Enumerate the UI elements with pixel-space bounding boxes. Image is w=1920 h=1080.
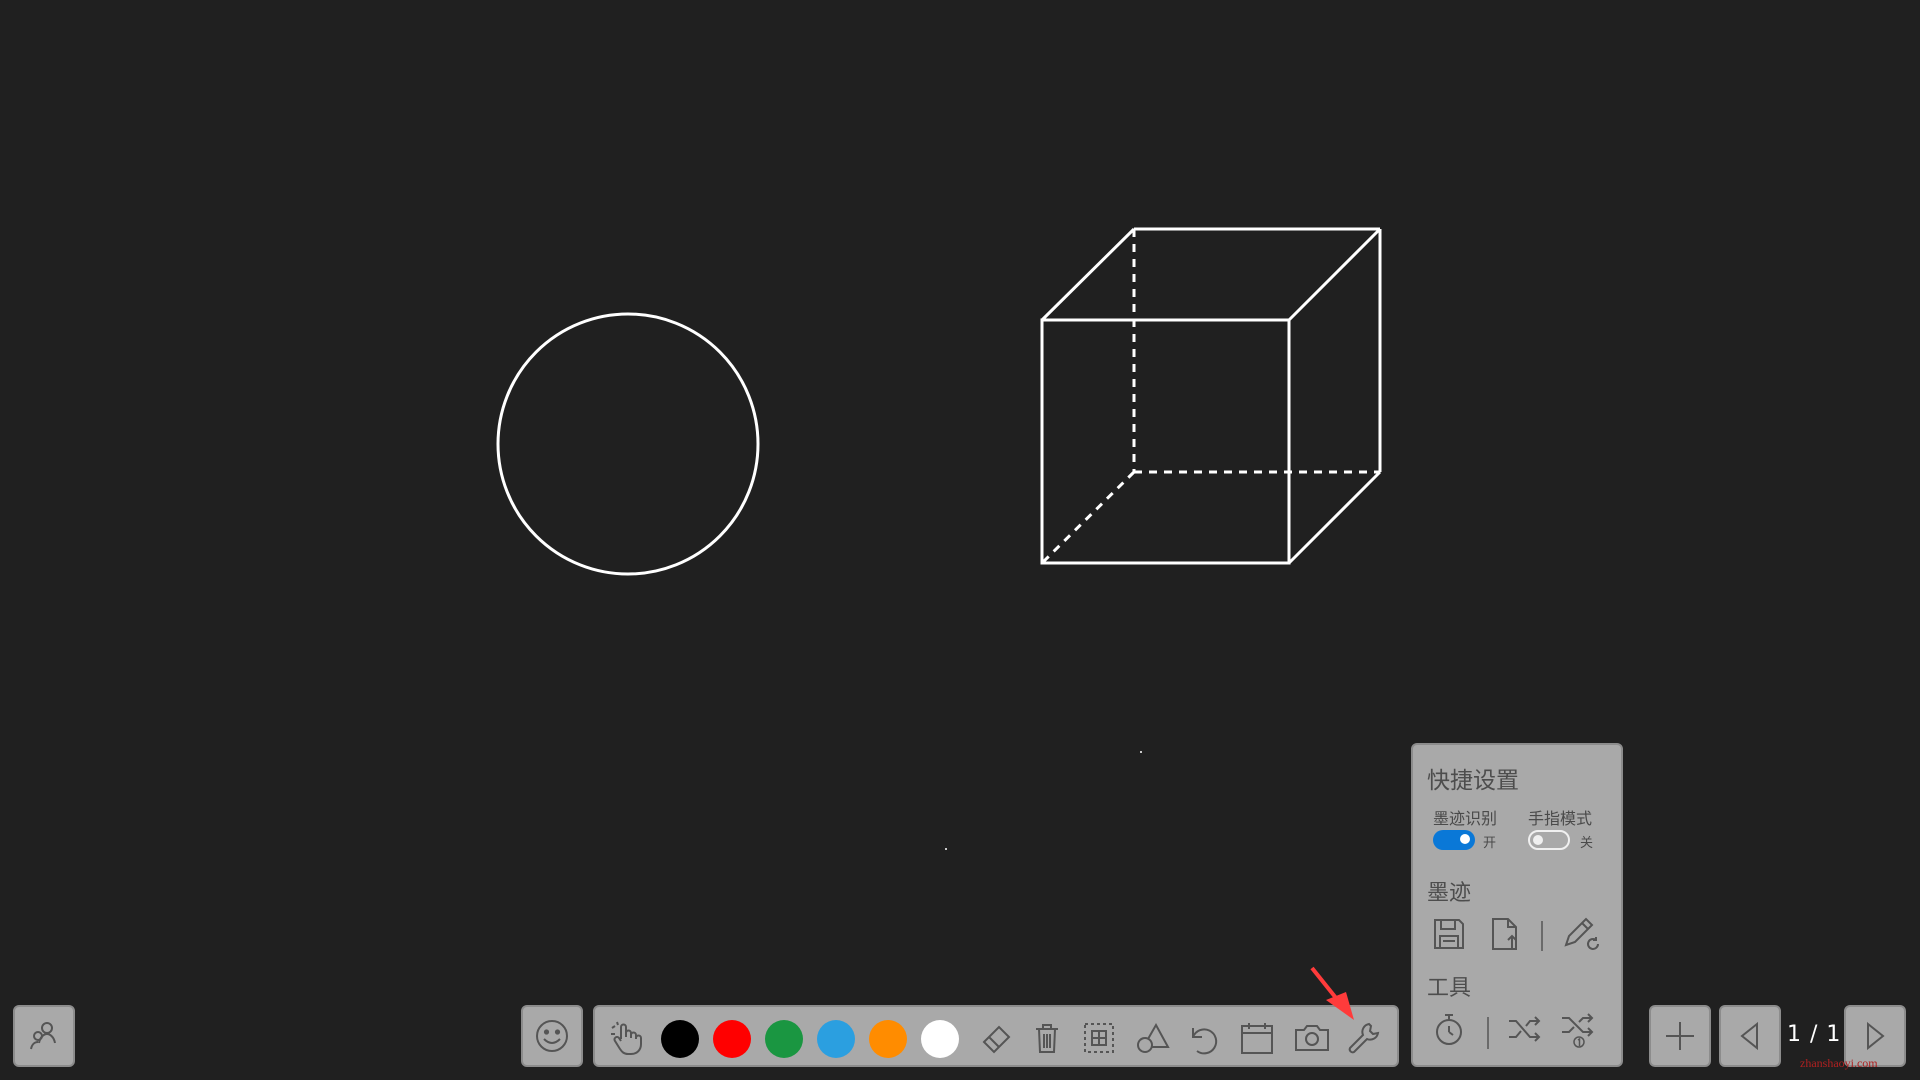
users-icon — [30, 1022, 56, 1050]
undo-icon — [1192, 1028, 1218, 1055]
color-orange-swatch[interactable] — [869, 1020, 907, 1058]
shuffle-one-icon — [1562, 1013, 1594, 1048]
undo-tool[interactable] — [1183, 1018, 1223, 1058]
calendar-icon — [1241, 1023, 1273, 1054]
cube-shape[interactable] — [1040, 227, 1382, 565]
finger-mode-state: 关 — [1580, 836, 1594, 851]
add-page-button[interactable] — [1649, 1005, 1711, 1067]
file-export-icon — [1492, 918, 1517, 950]
export-ink-button[interactable] — [1485, 914, 1525, 954]
user-switch-button[interactable] — [13, 1005, 75, 1067]
eraser-icon — [982, 1025, 1011, 1054]
watermark-text: zhanshaoyi.com — [1800, 1056, 1878, 1070]
settings-tool[interactable] — [1344, 1018, 1384, 1058]
trash-icon — [1036, 1024, 1058, 1053]
pencil-refresh-icon — [1564, 917, 1599, 950]
stopwatch-icon — [1436, 1014, 1462, 1045]
hand-pointer-tool[interactable] — [607, 1018, 647, 1058]
wrench-icon — [1348, 1022, 1380, 1054]
main-toolbar — [593, 1005, 1399, 1067]
emoji-button[interactable] — [521, 1005, 583, 1067]
whiteboard-canvas[interactable] — [0, 0, 1920, 1080]
annotation-arrow — [1310, 966, 1354, 1020]
camera-icon — [1295, 1025, 1329, 1051]
save-ink-button[interactable] — [1429, 914, 1469, 954]
color-red-swatch[interactable] — [713, 1020, 751, 1058]
triangle-right-icon — [1867, 1021, 1885, 1051]
ink-recognition-toggle[interactable] — [1433, 830, 1475, 850]
circle-shape[interactable] — [496, 312, 760, 576]
page-indicator: 1 / 1 — [1787, 1022, 1842, 1047]
color-blue-swatch[interactable] — [817, 1020, 855, 1058]
panel-title: 快捷设置 — [1427, 768, 1519, 794]
ink-redo-button[interactable] — [1561, 914, 1601, 954]
tools-section-heading: 工具 — [1427, 976, 1472, 1001]
triangle-left-icon — [1740, 1021, 1758, 1051]
calendar-tool[interactable] — [1237, 1018, 1277, 1058]
save-icon — [1434, 919, 1464, 949]
random-single-button[interactable] — [1559, 1009, 1599, 1049]
smiley-icon — [536, 1020, 568, 1052]
tools-separator — [1487, 1017, 1489, 1049]
shuffle-icon — [1509, 1016, 1541, 1042]
shapes-tool[interactable] — [1133, 1018, 1173, 1058]
color-green-swatch[interactable] — [765, 1020, 803, 1058]
timer-button[interactable] — [1429, 1009, 1469, 1049]
shapes-icon — [1137, 1022, 1170, 1053]
hand-pointer-icon — [611, 1021, 642, 1055]
prev-page-button[interactable] — [1719, 1005, 1781, 1067]
eraser-tool[interactable] — [977, 1018, 1017, 1058]
plus-icon — [1666, 1022, 1694, 1050]
ink-section-heading: 墨迹 — [1427, 881, 1472, 906]
color-white-swatch[interactable] — [921, 1020, 959, 1058]
clear-tool[interactable] — [1027, 1018, 1067, 1058]
screenshot-tool[interactable] — [1292, 1018, 1332, 1058]
select-icon — [1084, 1023, 1114, 1053]
ink-separator — [1541, 921, 1543, 951]
finger-mode-label: 手指模式 — [1528, 809, 1593, 828]
select-tool[interactable] — [1079, 1018, 1119, 1058]
ink-recognition-label: 墨迹识别 — [1433, 809, 1498, 828]
finger-mode-knob — [1533, 835, 1543, 845]
random-button[interactable] — [1505, 1009, 1545, 1049]
finger-mode-toggle[interactable] — [1528, 830, 1570, 850]
color-black-swatch[interactable] — [661, 1020, 699, 1058]
ink-recognition-state: 开 — [1483, 836, 1497, 851]
quick-settings-panel: 快捷设置 墨迹识别 开 手指模式 关 墨迹 工具 — [1411, 743, 1623, 1067]
ink-recognition-knob — [1460, 834, 1470, 844]
